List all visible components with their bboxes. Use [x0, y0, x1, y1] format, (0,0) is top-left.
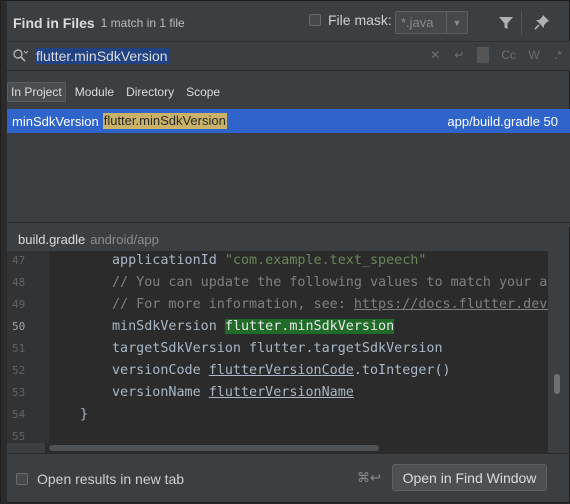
open-in-find-window-button[interactable]: Open in Find Window	[392, 464, 547, 491]
code-call: .toInteger()	[353, 363, 451, 378]
code-line: 54 }	[7, 405, 548, 427]
header-divider	[521, 11, 522, 35]
tab-directory[interactable]: Directory	[123, 82, 177, 102]
line-number: 53	[12, 386, 26, 399]
code-text: targetSdkVersion flutter.targetSdkVersio…	[112, 341, 443, 356]
file-mask-toggle[interactable]: File mask:	[309, 12, 392, 28]
line-number: 55	[12, 430, 26, 443]
tab-in-project[interactable]: In Project	[7, 82, 66, 102]
open-new-tab-checkbox[interactable]	[16, 473, 28, 485]
code-keyword: versionCode	[112, 363, 209, 378]
horizontal-scroll-thumb[interactable]	[49, 445, 379, 451]
code-keyword: applicationId	[112, 253, 225, 268]
code-line: 55	[7, 427, 548, 443]
preview-file-path: android/app	[90, 231, 159, 247]
result-location: app/build.gradle 50	[447, 113, 558, 129]
filter-icon[interactable]	[497, 14, 515, 32]
code-line: 48 // You can update the following value…	[7, 273, 548, 295]
code-identifier: flutterVersionName	[208, 385, 354, 400]
line-number: 52	[12, 364, 26, 377]
code-line-current: 50 minSdkVersion flutter.minSdkVersion	[7, 317, 548, 339]
dialog-header: Find in Files 1 match in 1 file	[7, 1, 570, 45]
code-line: 51 targetSdkVersion flutter.targetSdkVer…	[7, 339, 548, 361]
result-text: minSdkVersion	[12, 113, 99, 129]
scope-tabs: In Project Module Directory Scope	[7, 80, 223, 104]
preview-file-name: build.gradle	[18, 231, 86, 247]
file-mask-label: File mask:	[328, 12, 392, 28]
vertical-scrollbar[interactable]	[549, 251, 569, 453]
result-row[interactable]: minSdkVersion flutter.minSdkVersion app/…	[7, 109, 570, 133]
code-text: // For more information, see: https://do…	[112, 297, 548, 312]
whole-words-toggle[interactable]: W	[528, 48, 540, 62]
code-text: versionName flutterVersionName	[112, 385, 354, 400]
vertical-scroll-thumb[interactable]	[554, 374, 560, 394]
code-line: 49 // For more information, see: https:/…	[7, 295, 548, 317]
line-number: 50	[12, 320, 26, 333]
open-new-tab-toggle[interactable]: Open results in new tab	[16, 471, 184, 487]
search-options-divider	[477, 47, 490, 63]
match-case-toggle[interactable]: Cc	[501, 48, 516, 62]
code-line: 53 versionName flutterVersionName	[7, 383, 548, 405]
file-mask-checkbox[interactable]	[309, 14, 321, 26]
match-count: 1 match in 1 file	[100, 16, 185, 30]
dialog-footer: Open results in new tab ⌘↩ Open in Find …	[7, 453, 570, 504]
line-number: 54	[12, 408, 26, 421]
shortcut-hint: ⌘↩	[357, 470, 381, 485]
search-row: flutter.minSdkVersion ✕ ↵ Cc W .*	[7, 41, 570, 71]
file-mask-combo[interactable]: *.java ▼	[395, 11, 468, 34]
tab-module[interactable]: Module	[72, 82, 117, 102]
regex-toggle[interactable]: .*	[552, 48, 564, 62]
line-number: 49	[12, 298, 26, 311]
code-string: "com.example.text_speech"	[224, 253, 427, 268]
code-keyword: minSdkVersion	[112, 319, 225, 334]
code-preview[interactable]: 47 applicationId "com.example.text_speec…	[7, 251, 548, 443]
horizontal-scrollbar[interactable]	[45, 443, 548, 453]
search-icon[interactable]	[12, 48, 28, 64]
preview-header: build.gradle android/app	[7, 227, 570, 251]
code-line: 47 applicationId "com.example.text_speec…	[7, 251, 548, 273]
code-text: applicationId "com.example.text_speech"	[112, 253, 426, 268]
dialog-title: Find in Files	[13, 15, 95, 31]
code-line: 52 versionCode flutterVersionCode.toInte…	[7, 361, 548, 383]
code-keyword: versionName	[112, 385, 209, 400]
file-mask-value: *.java	[401, 15, 434, 30]
code-identifier: flutterVersionCode	[208, 363, 354, 378]
result-match-highlight: flutter.minSdkVersion	[102, 113, 227, 129]
clear-icon[interactable]: ✕	[429, 48, 441, 62]
newline-icon[interactable]: ↵	[453, 48, 465, 62]
chevron-down-icon[interactable]: ▼	[446, 12, 467, 33]
pin-icon[interactable]	[533, 13, 551, 31]
comment-link[interactable]: https://docs.flutter.dev/d	[354, 297, 548, 312]
search-options: ✕ ↵ Cc W .*	[429, 47, 564, 63]
code-comment: // For more information, see:	[112, 297, 354, 312]
line-number: 48	[12, 276, 26, 289]
tab-scope[interactable]: Scope	[183, 82, 223, 102]
code-text: }	[80, 407, 89, 422]
results-list	[7, 133, 570, 227]
code-text: versionCode flutterVersionCode.toInteger…	[112, 363, 451, 378]
find-in-files-dialog: Find in Files 1 match in 1 file File mas…	[0, 0, 570, 504]
line-number: 47	[12, 254, 26, 267]
splitter[interactable]	[7, 222, 570, 223]
preview-match-highlight: flutter.minSdkVersion	[224, 319, 395, 334]
search-input[interactable]: flutter.minSdkVersion	[35, 48, 169, 64]
code-text: minSdkVersion flutter.minSdkVersion	[112, 319, 395, 334]
open-new-tab-label: Open results in new tab	[37, 471, 185, 487]
line-number: 51	[12, 342, 26, 355]
code-comment: // You can update the following values t…	[112, 275, 548, 290]
